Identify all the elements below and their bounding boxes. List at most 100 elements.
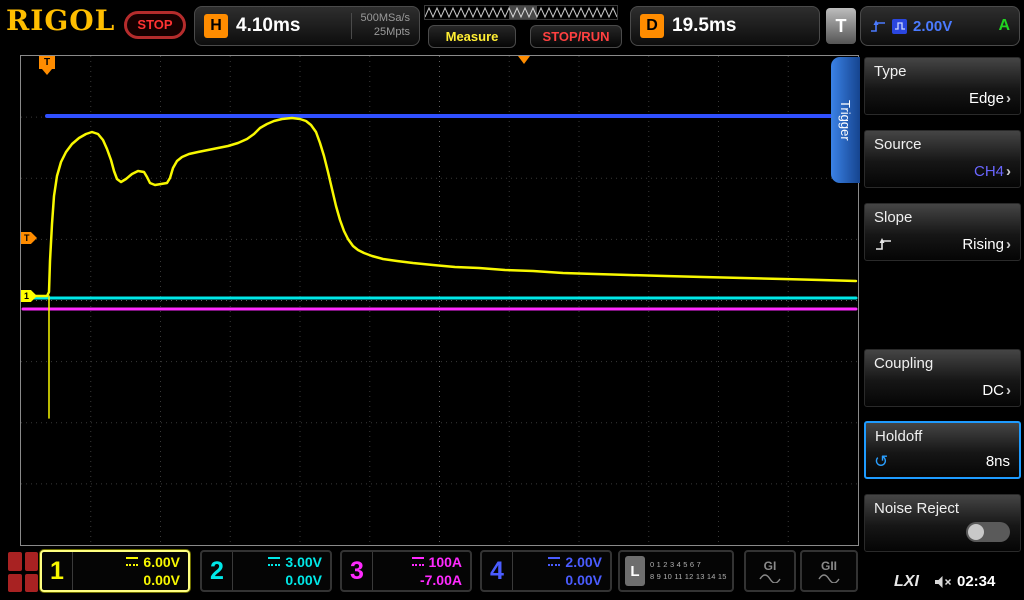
channel-number: 1 xyxy=(42,552,73,590)
memory-position-bar[interactable] xyxy=(424,5,618,20)
delay-icon: D xyxy=(640,14,664,38)
slope-value: Rising xyxy=(962,236,1004,253)
channel-scale: 2.00V xyxy=(565,553,602,571)
trigger-menu-tab[interactable]: Trigger xyxy=(831,57,860,183)
menu-item-label: Holdoff xyxy=(875,428,1010,445)
noise-reject-toggle[interactable] xyxy=(966,522,1010,542)
channel-values: 2.00V 0.00V xyxy=(513,552,610,590)
channel-number: 2 xyxy=(202,552,233,590)
dc-coupling-icon xyxy=(548,557,560,566)
memory-depth: 25Mpts xyxy=(360,26,410,40)
menu-item-label: Coupling xyxy=(874,355,1011,372)
menu-item-coupling[interactable]: Coupling DC › xyxy=(864,349,1021,407)
timebase-value: 4.10ms xyxy=(236,15,300,37)
chevron-right-icon: › xyxy=(1006,90,1011,107)
trigger-level-value: 2.00V xyxy=(913,18,952,35)
channel-values: 3.00V 0.00V xyxy=(233,552,330,590)
coupling-value: DC xyxy=(982,382,1004,399)
delay-value: 19.5ms xyxy=(672,15,736,37)
menu-item-value: DC › xyxy=(982,382,1011,399)
logic-channel-numbers: 0 1 2 3 4 5 6 7 8 9 10 11 12 13 14 15 xyxy=(650,559,727,583)
sample-rate: 500MSa/s xyxy=(360,12,410,26)
menu-item-holdoff[interactable]: Holdoff ↺ 8ns xyxy=(864,421,1021,479)
trigger-status[interactable]: 2.00V A xyxy=(860,6,1020,46)
channel-scale: 6.00V xyxy=(143,553,180,571)
channel-2-box[interactable]: 2 3.00V 0.00V xyxy=(200,550,332,592)
menu-item-value: 8ns xyxy=(986,453,1010,470)
channel-offset: -7.00A xyxy=(420,571,462,589)
channel-3-box[interactable]: 3 100A -7.00A xyxy=(340,550,472,592)
top-status-bar: RIGOL STOP H 4.10ms 500MSa/s 25Mpts Meas… xyxy=(0,0,1024,52)
source-value: CH4 xyxy=(974,163,1004,180)
trigger-position-marker[interactable]: T xyxy=(39,56,55,69)
logic-label: L xyxy=(625,556,645,586)
waveform-display: T T 1 xyxy=(20,55,859,546)
delay-settings[interactable]: D 19.5ms xyxy=(630,6,820,46)
logic-row-1: 0 1 2 3 4 5 6 7 xyxy=(650,559,727,571)
trigger-slope-icon xyxy=(870,19,886,33)
oscilloscope-screen: RIGOL STOP H 4.10ms 500MSa/s 25Mpts Meas… xyxy=(0,0,1024,600)
run-state-badge: STOP xyxy=(124,11,186,39)
dc-coupling-icon xyxy=(412,557,424,566)
chevron-right-icon: › xyxy=(1006,236,1011,253)
trigger-label-square[interactable]: T xyxy=(826,8,856,44)
channel-offset: 0.00V xyxy=(143,571,180,589)
clock: 02:34 xyxy=(957,573,995,590)
chevron-right-icon: › xyxy=(1006,382,1011,399)
generator-label: GI xyxy=(764,559,777,573)
toggle-knob xyxy=(968,524,984,540)
channel-number: 4 xyxy=(482,552,513,590)
trigger-mode-indicator: A xyxy=(998,17,1010,35)
channel-scale: 3.00V xyxy=(285,553,322,571)
red-square xyxy=(8,574,22,593)
red-square xyxy=(25,552,39,571)
menu-item-value: CH4 › xyxy=(974,163,1011,180)
stop-run-button[interactable]: STOP/RUN xyxy=(530,25,622,48)
menu-item-label: Source xyxy=(874,136,1011,153)
channel-scale: 100A xyxy=(429,553,462,571)
delay-position-marker[interactable] xyxy=(518,56,530,64)
menu-item-type[interactable]: Type Edge › xyxy=(864,57,1021,115)
sound-mute-icon[interactable] xyxy=(934,575,952,594)
memory-waveform-icon xyxy=(425,6,617,19)
menu-item-noise-reject[interactable]: Noise Reject xyxy=(864,494,1021,552)
generator-label: GII xyxy=(821,559,837,573)
menu-item-value: Rising › xyxy=(962,236,1011,253)
horizontal-icon: H xyxy=(204,14,228,38)
menu-item-label: Type xyxy=(874,63,1011,80)
divider xyxy=(351,13,352,39)
dial-reset-icon: ↺ xyxy=(874,452,888,472)
sine-wave-icon xyxy=(759,574,781,583)
dc-coupling-icon xyxy=(126,557,138,566)
pulse-icon xyxy=(893,20,907,32)
holdoff-value: 8ns xyxy=(986,453,1010,470)
logic-row-2: 8 9 10 11 12 13 14 15 xyxy=(650,571,727,583)
waveform-plot xyxy=(21,56,858,545)
horizontal-settings[interactable]: H 4.10ms 500MSa/s 25Mpts xyxy=(194,6,420,46)
channel-number: 3 xyxy=(342,552,373,590)
generator-1-box[interactable]: GI xyxy=(744,550,796,592)
dc-coupling-icon xyxy=(268,557,280,566)
lxi-indicator: LXI xyxy=(894,573,919,591)
sine-wave-icon xyxy=(818,574,840,583)
trigger-position-label: T xyxy=(44,57,50,68)
trigger-source-icon xyxy=(892,19,907,34)
menu-item-source[interactable]: Source CH4 › xyxy=(864,130,1021,188)
measure-button[interactable]: Measure xyxy=(428,25,516,48)
menu-item-slope[interactable]: Slope Rising › xyxy=(864,203,1021,261)
channel-1-box[interactable]: 1 6.00V 0.00V xyxy=(40,550,190,592)
logic-channels-box[interactable]: L 0 1 2 3 4 5 6 7 8 9 10 11 12 13 14 15 xyxy=(618,550,734,592)
menu-item-label: Noise Reject xyxy=(874,500,1011,517)
generator-2-box[interactable]: GII xyxy=(800,550,858,592)
type-value: Edge xyxy=(969,90,1004,107)
rigol-logo: RIGOL xyxy=(6,4,115,37)
channel-offset: 0.00V xyxy=(285,571,322,589)
channel-values: 6.00V 0.00V xyxy=(73,552,188,590)
chevron-right-icon: › xyxy=(1006,163,1011,180)
acquisition-info: 500MSa/s 25Mpts xyxy=(360,12,410,40)
rising-edge-icon xyxy=(875,237,893,251)
channel-4-box[interactable]: 4 2.00V 0.00V xyxy=(480,550,612,592)
menu-item-label: Slope xyxy=(874,209,1011,226)
channel-values: 100A -7.00A xyxy=(373,552,470,590)
quick-menu-icon[interactable] xyxy=(8,552,38,592)
